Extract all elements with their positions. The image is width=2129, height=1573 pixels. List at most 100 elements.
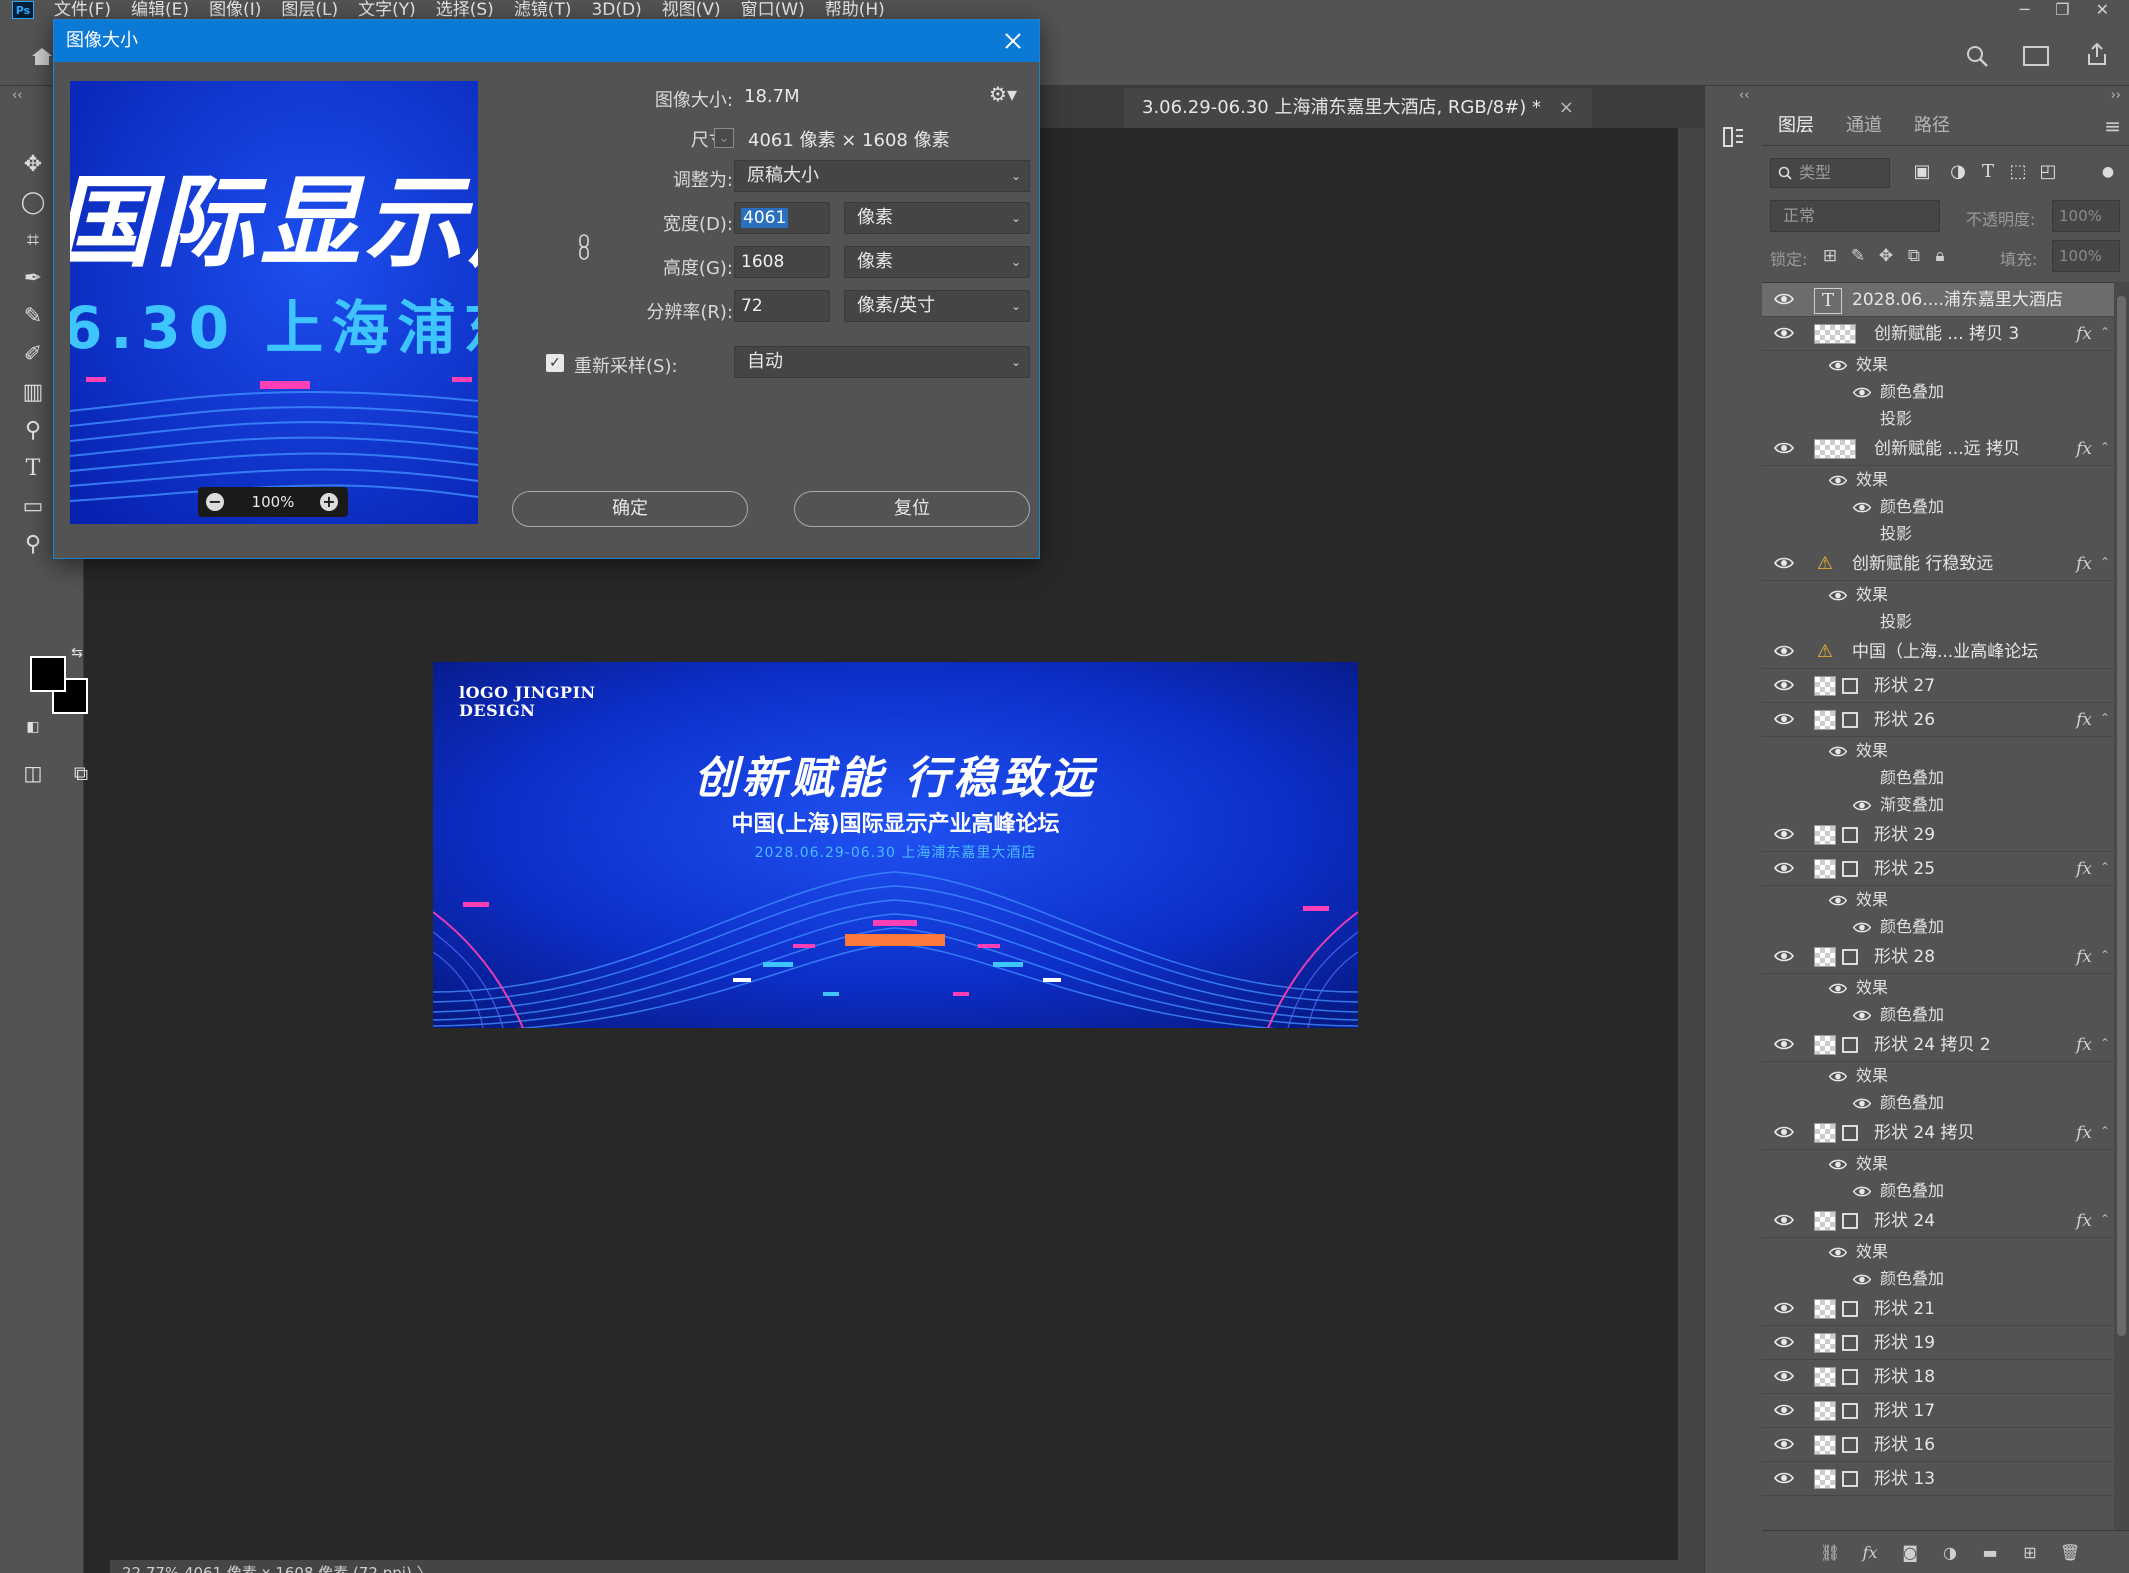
- close-icon[interactable]: [1001, 29, 1025, 53]
- visibility-eye-icon[interactable]: [1828, 745, 1848, 758]
- eyedropper-tool-icon[interactable]: ✒: [18, 264, 48, 294]
- layer-row[interactable]: 创新赋能 ...远 拷贝 fx ⌃: [1762, 432, 2114, 466]
- fit-to-select[interactable]: 原稿大小 ⌄: [734, 160, 1030, 192]
- visibility-eye-icon[interactable]: [1852, 1097, 1872, 1110]
- layer-row[interactable]: 形状 25 fx ⌃: [1762, 852, 2114, 886]
- properties-panel-icon[interactable]: [1721, 124, 1747, 150]
- height-input[interactable]: 1608: [734, 246, 830, 278]
- visibility-eye-icon[interactable]: [1774, 861, 1794, 875]
- filter-smart-object-icon[interactable]: ◰: [2036, 160, 2060, 184]
- opacity-input[interactable]: 100%: [2052, 200, 2120, 232]
- visibility-eye-icon[interactable]: [1774, 1213, 1794, 1227]
- layer-row[interactable]: 形状 18: [1762, 1360, 2114, 1394]
- layers-scrollbar[interactable]: [2114, 282, 2129, 1530]
- collapse-effects-icon[interactable]: ⌃: [2100, 1204, 2110, 1234]
- lasso-tool-icon[interactable]: ◯: [18, 188, 48, 218]
- menu-help[interactable]: 帮助(H): [815, 0, 895, 20]
- ok-button[interactable]: 确定: [512, 491, 748, 527]
- reset-button[interactable]: 复位: [794, 491, 1030, 527]
- delete-layer-icon[interactable]: 🗑︎: [2060, 1543, 2080, 1563]
- default-colors-icon[interactable]: ◧: [18, 712, 48, 742]
- width-input[interactable]: 4061: [734, 202, 830, 234]
- restore-icon[interactable]: ❐: [2055, 0, 2069, 19]
- visibility-eye-icon[interactable]: [1852, 501, 1872, 514]
- menu-select[interactable]: 选择(S): [426, 0, 504, 20]
- filter-pixel-icon[interactable]: ▣: [1910, 160, 1934, 184]
- visibility-eye-icon[interactable]: [1774, 1471, 1794, 1485]
- screen-mode-icon[interactable]: ⧉: [66, 758, 96, 788]
- fx-icon[interactable]: fx: [2076, 317, 2092, 351]
- type-tool-icon[interactable]: T: [18, 454, 48, 484]
- layer-row[interactable]: 形状 21: [1762, 1292, 2114, 1326]
- width-unit-select[interactable]: 像素 ⌄: [844, 202, 1030, 234]
- menu-window[interactable]: 窗口(W): [731, 0, 815, 20]
- swap-colors-icon[interactable]: ⇆: [62, 638, 92, 668]
- gradient-tool-icon[interactable]: ▥: [18, 378, 48, 408]
- collapse-dock-icon[interactable]: ‹‹: [1739, 88, 1749, 103]
- visibility-eye-icon[interactable]: [1774, 949, 1794, 963]
- dialog-titlebar[interactable]: 图像大小: [54, 20, 1039, 62]
- resolution-unit-select[interactable]: 像素/英寸 ⌄: [844, 290, 1030, 322]
- visibility-eye-icon[interactable]: [1774, 1403, 1794, 1417]
- fx-icon[interactable]: fx: [2076, 1116, 2092, 1150]
- lock-all-icon[interactable]: 🔒︎: [1928, 244, 1952, 268]
- layer-row[interactable]: T 2028.06....浦东嘉里大酒店: [1762, 283, 2114, 317]
- fx-icon[interactable]: fx: [2076, 703, 2092, 737]
- tab-channels[interactable]: 通道: [1830, 106, 1898, 145]
- visibility-eye-icon[interactable]: [1774, 1335, 1794, 1349]
- add-style-icon[interactable]: fx: [1860, 1543, 1880, 1563]
- layer-row[interactable]: 形状 19: [1762, 1326, 2114, 1360]
- layer-row[interactable]: 形状 24 fx ⌃: [1762, 1204, 2114, 1238]
- move-tool-icon[interactable]: ✥: [18, 150, 48, 180]
- layer-row[interactable]: 形状 29: [1762, 818, 2114, 852]
- filter-adjustment-icon[interactable]: ◑: [1946, 160, 1970, 184]
- visibility-eye-icon[interactable]: [1774, 292, 1794, 306]
- foreground-color-swatch[interactable]: [30, 656, 66, 692]
- share-icon[interactable]: [2085, 42, 2109, 66]
- visibility-eye-icon[interactable]: [1774, 1369, 1794, 1383]
- blend-mode-select[interactable]: 正常: [1770, 200, 1940, 232]
- document-canvas-banner[interactable]: lOGO JINGPIN DESIGN 创新赋能 行稳致远 中国(上海)国际显示…: [433, 662, 1358, 1028]
- add-mask-icon[interactable]: ◙: [1900, 1543, 1920, 1563]
- filter-toggle-icon[interactable]: ●: [2096, 160, 2120, 184]
- image-preview[interactable]: 国际显示产 6.30 上海浦东 − 100% +: [70, 81, 478, 524]
- visibility-eye-icon[interactable]: [1774, 644, 1794, 658]
- lock-position-icon[interactable]: ✥: [1874, 244, 1898, 268]
- menu-view[interactable]: 视图(V): [652, 0, 731, 20]
- visibility-eye-icon[interactable]: [1774, 1437, 1794, 1451]
- collapse-effects-icon[interactable]: ⌃: [2100, 317, 2110, 347]
- search-icon[interactable]: [1965, 44, 1989, 68]
- visibility-eye-icon[interactable]: [1774, 1125, 1794, 1139]
- visibility-eye-icon[interactable]: [1774, 326, 1794, 340]
- new-group-icon[interactable]: ▬: [1980, 1543, 2000, 1563]
- visibility-eye-icon[interactable]: [1852, 1273, 1872, 1286]
- collapse-toolbar-icon[interactable]: ‹‹: [12, 88, 22, 103]
- visibility-eye-icon[interactable]: [1774, 827, 1794, 841]
- menu-file[interactable]: 文件(F): [44, 0, 121, 20]
- history-brush-tool-icon[interactable]: ✐: [18, 340, 48, 370]
- visibility-eye-icon[interactable]: [1774, 556, 1794, 570]
- collapse-effects-icon[interactable]: ⌃: [2100, 703, 2110, 733]
- visibility-eye-icon[interactable]: [1828, 1246, 1848, 1259]
- resolution-input[interactable]: 72: [734, 290, 830, 322]
- visibility-eye-icon[interactable]: [1774, 712, 1794, 726]
- dimensions-unit-dropdown[interactable]: ⌄: [714, 128, 734, 148]
- quick-mask-icon[interactable]: ◫: [18, 758, 48, 788]
- fx-icon[interactable]: fx: [2076, 1204, 2092, 1238]
- tab-layers[interactable]: 图层: [1762, 106, 1830, 145]
- brush-tool-icon[interactable]: ✎: [18, 302, 48, 332]
- menu-edit[interactable]: 编辑(E): [121, 0, 199, 20]
- filter-type-icon[interactable]: T: [1976, 160, 2000, 184]
- minimize-icon[interactable]: ─: [2020, 0, 2030, 19]
- visibility-eye-icon[interactable]: [1774, 678, 1794, 692]
- menu-3d[interactable]: 3D(D): [581, 0, 651, 20]
- collapse-effects-icon[interactable]: ⌃: [2100, 940, 2110, 970]
- close-tab-icon[interactable]: ×: [1559, 97, 1574, 118]
- collapse-effects-icon[interactable]: ⌃: [2100, 1028, 2110, 1058]
- collapse-effects-icon[interactable]: ⌃: [2100, 1116, 2110, 1146]
- visibility-eye-icon[interactable]: [1852, 1185, 1872, 1198]
- fx-icon[interactable]: fx: [2076, 1028, 2092, 1062]
- layer-row[interactable]: 形状 28 fx ⌃: [1762, 940, 2114, 974]
- layer-row[interactable]: ⚠ 创新赋能 行稳致远 fx ⌃: [1762, 547, 2114, 581]
- visibility-eye-icon[interactable]: [1852, 921, 1872, 934]
